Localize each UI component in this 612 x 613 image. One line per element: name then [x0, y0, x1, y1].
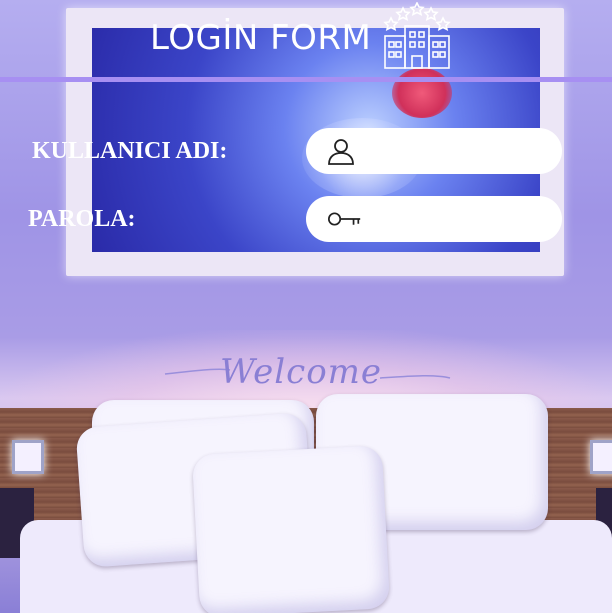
password-field[interactable]	[306, 196, 562, 242]
password-label: PAROLA:	[28, 206, 136, 232]
pillow	[191, 445, 391, 613]
key-icon	[327, 212, 361, 226]
wall-lamp-right	[590, 440, 612, 474]
username-field[interactable]	[306, 128, 562, 174]
header-divider	[0, 77, 612, 82]
hotel-building-icon	[383, 2, 451, 69]
username-label: KULLANICI ADI:	[32, 138, 228, 164]
welcome-text: Welcome	[220, 352, 383, 392]
background-scene: Welcome	[0, 0, 612, 613]
header: LOGİN FORM	[0, 0, 612, 78]
page-title: LOGİN FORM	[150, 18, 372, 58]
password-input[interactable]	[366, 204, 550, 236]
wall-lamp-left	[12, 440, 44, 474]
username-input[interactable]	[366, 136, 550, 168]
user-icon	[328, 139, 354, 165]
